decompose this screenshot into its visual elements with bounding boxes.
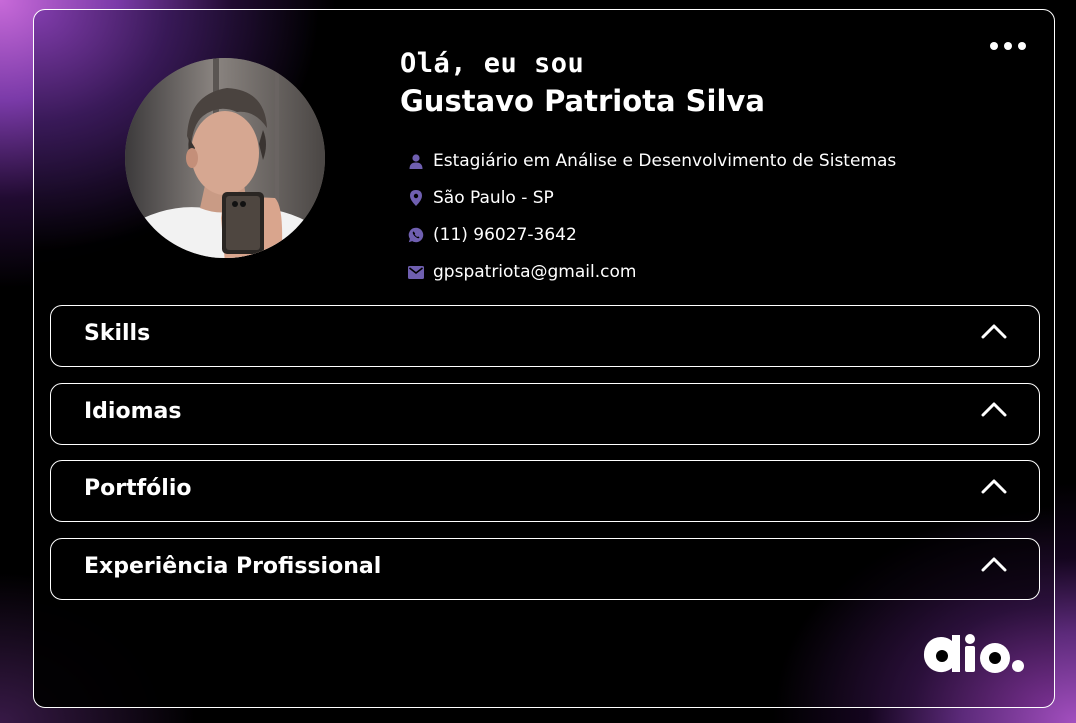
location-pin-icon [408, 190, 424, 206]
menu-dot [1004, 42, 1012, 50]
dio-logo [922, 632, 1026, 674]
chevron-up-icon[interactable] [981, 477, 1007, 495]
accordion-title: Experiência Profissional [84, 554, 382, 579]
more-options-icon[interactable] [990, 38, 1026, 54]
info-row-role: Estagiário em Análise e Desenvolvimento … [408, 149, 896, 173]
menu-dot [1018, 42, 1026, 50]
avatar-photo [125, 58, 325, 258]
mail-icon [408, 264, 424, 280]
info-phone-text: (11) 96027-3642 [433, 225, 577, 245]
whatsapp-icon [408, 227, 424, 243]
info-row-location: São Paulo - SP [408, 186, 554, 210]
accordion-skills[interactable]: Skills [50, 305, 1040, 367]
greeting-text: Olá, eu sou [400, 48, 585, 79]
menu-dot [990, 42, 998, 50]
info-email-text: gpspatriota@gmail.com [433, 262, 637, 282]
accordion-title: Idiomas [84, 399, 182, 424]
info-location-text: São Paulo - SP [433, 188, 554, 208]
accordion-experiencia-profissional[interactable]: Experiência Profissional [50, 538, 1040, 600]
accordion-title: Skills [84, 321, 151, 346]
chevron-up-icon[interactable] [981, 555, 1007, 573]
chevron-up-icon[interactable] [981, 322, 1007, 340]
accordion-idiomas[interactable]: Idiomas [50, 383, 1040, 445]
accordion-title: Portfólio [84, 476, 192, 501]
profile-name: Gustavo Patriota Silva [400, 84, 765, 118]
avatar [125, 58, 325, 258]
info-row-email[interactable]: gpspatriota@gmail.com [408, 260, 636, 284]
info-role-text: Estagiário em Análise e Desenvolvimento … [433, 151, 897, 171]
accordion-portfolio[interactable]: Portfólio [50, 460, 1040, 522]
info-row-phone[interactable]: (11) 96027-3642 [408, 223, 577, 247]
user-icon [408, 153, 424, 169]
chevron-up-icon[interactable] [981, 400, 1007, 418]
